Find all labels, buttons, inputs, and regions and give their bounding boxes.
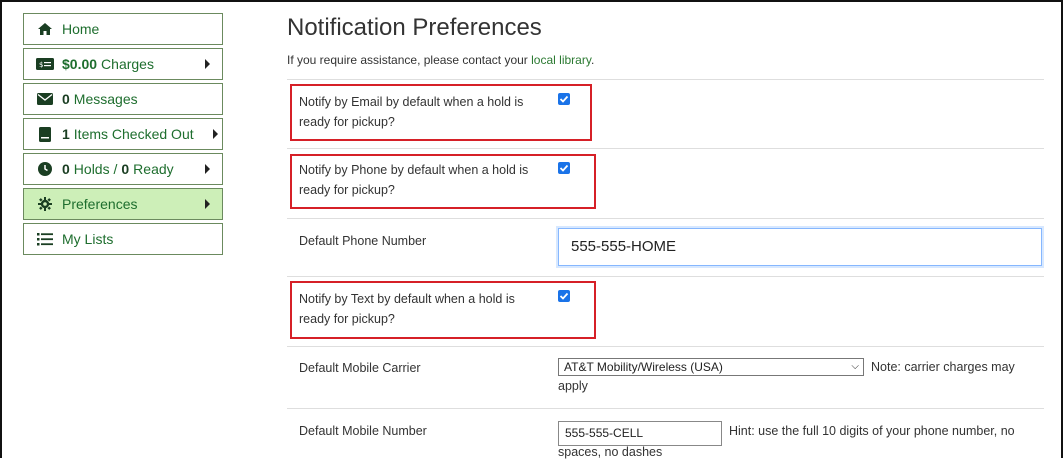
sidebar-item-label: Items Checked Out: [73, 126, 194, 142]
divider: [287, 148, 1044, 149]
sidebar-item-label: Charges: [101, 56, 154, 72]
sidebar-item-label: Ready: [133, 161, 174, 177]
divider: [287, 408, 1044, 409]
sidebar-item-charges[interactable]: $ $0.00 Charges: [23, 48, 223, 80]
sidebar-item-my-lists[interactable]: My Lists: [23, 223, 223, 255]
checked-out-count: 1: [62, 126, 70, 142]
email-notify-label: Notify by Email by default when a hold i…: [299, 95, 524, 129]
local-library-link[interactable]: local library: [531, 53, 591, 67]
divider: [287, 276, 1044, 277]
sidebar-item-label: Home: [62, 21, 100, 37]
divider: [287, 79, 1044, 80]
book-icon: [36, 126, 54, 142]
ready-count: 0: [121, 161, 130, 177]
sidebar-item-label: Messages: [73, 91, 138, 107]
svg-text:$: $: [39, 61, 43, 69]
sidebar-item-label: Holds /: [73, 161, 118, 177]
sidebar-item-messages[interactable]: 0 Messages: [23, 83, 223, 115]
home-icon: [36, 22, 54, 36]
email-notify-checkbox[interactable]: [558, 93, 570, 105]
caret-right-icon: [205, 164, 210, 174]
mobile-number-label: Default Mobile Number: [299, 424, 427, 438]
help-text-body: If you require assistance, please contac…: [287, 53, 528, 67]
sidebar-item-label: My Lists: [62, 231, 114, 247]
sidebar-item-home[interactable]: Home: [23, 13, 223, 45]
divider: [287, 346, 1044, 347]
sidebar-item-label: Preferences: [62, 196, 138, 212]
caret-right-icon: [205, 199, 210, 209]
sidebar-item-holds[interactable]: 0 Holds / 0 Ready: [23, 153, 223, 185]
envelope-icon: [36, 93, 54, 105]
mobile-carrier-label: Default Mobile Carrier: [299, 361, 421, 375]
help-text: If you require assistance, please contac…: [287, 53, 594, 67]
clock-icon: [36, 162, 54, 176]
divider: [287, 218, 1044, 219]
account-sidebar: Home $ $0.00 Charges 0 Messages 1 Items …: [23, 13, 223, 258]
page-title: Notification Preferences: [287, 14, 542, 41]
help-text-end: .: [590, 53, 595, 67]
charges-amount: $0.00: [62, 56, 98, 72]
carrier-note: Note: carrier charges may apply: [558, 360, 1015, 393]
caret-right-icon: [205, 59, 210, 69]
messages-count: 0: [62, 91, 70, 107]
phone-notify-label: Notify by Phone by default when a hold i…: [299, 163, 529, 197]
list-icon: [36, 232, 54, 246]
default-phone-label: Default Phone Number: [299, 234, 427, 248]
sidebar-item-checked-out[interactable]: 1 Items Checked Out: [23, 118, 223, 150]
phone-notify-checkbox[interactable]: [558, 162, 570, 174]
money-icon: $: [36, 58, 54, 70]
holds-count: 0: [62, 161, 70, 177]
mobile-number-hint: Hint: use the full 10 digits of your pho…: [558, 424, 1015, 459]
default-phone-input[interactable]: 555-555-HOME: [558, 228, 1042, 266]
gear-icon: [36, 197, 54, 211]
sidebar-item-preferences[interactable]: Preferences: [23, 188, 223, 220]
text-notify-label: Notify by Text by default when a hold is…: [299, 292, 515, 326]
caret-right-icon: [213, 129, 218, 139]
text-notify-checkbox[interactable]: [558, 290, 570, 302]
